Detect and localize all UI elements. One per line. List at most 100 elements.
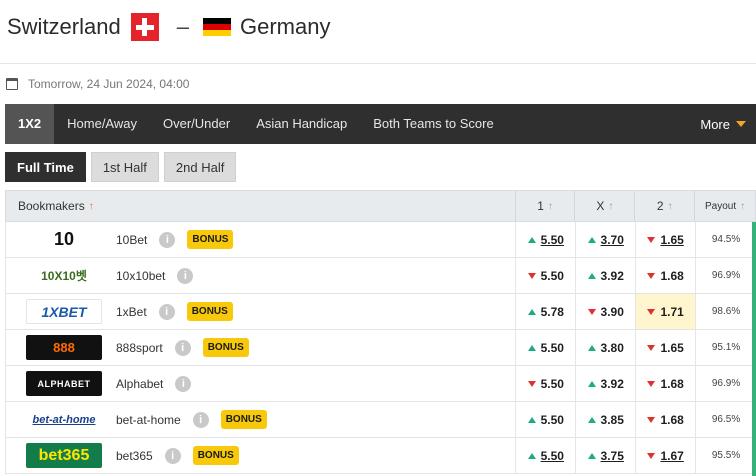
odd-cell[interactable]: 1.68 <box>635 366 695 401</box>
info-icon[interactable]: i <box>159 231 176 248</box>
odd-value[interactable]: 3.90 <box>587 305 624 319</box>
odd-value[interactable]: 1.71 <box>647 304 684 319</box>
odd-number: 1.71 <box>660 304 684 319</box>
odd-value[interactable]: 3.85 <box>587 413 624 427</box>
trend-up-icon <box>587 236 596 243</box>
tab-home-away[interactable]: Home/Away <box>54 104 150 144</box>
payout-cell: 96.9% <box>695 366 756 401</box>
header-home[interactable]: 1 ↑ <box>514 191 575 221</box>
info-icon[interactable]: i <box>158 303 175 320</box>
odd-value[interactable]: 1.68 <box>647 269 684 283</box>
bonus-badge[interactable]: BONUS <box>220 410 267 429</box>
odd-cell[interactable]: 3.92 <box>575 366 635 401</box>
bookmaker-name[interactable]: Alphabet <box>116 377 163 391</box>
odd-value[interactable]: 3.92 <box>587 269 624 283</box>
odd-value[interactable]: 5.50 <box>527 377 564 391</box>
odd-cell[interactable]: 3.90 <box>575 294 635 329</box>
odd-value[interactable]: 5.78 <box>527 305 564 319</box>
bookmaker-name[interactable]: bet365 <box>116 449 153 463</box>
info-icon[interactable]: i <box>192 411 209 428</box>
tab-1st-half[interactable]: 1st Half <box>90 152 159 182</box>
bonus-badge[interactable]: BONUS <box>202 338 249 357</box>
odd-value[interactable]: 3.70 <box>587 233 624 247</box>
bookmaker-logo[interactable]: 10 <box>26 227 102 252</box>
bookmaker-cell[interactable]: 1XBET 1xBet i BONUS <box>6 294 515 329</box>
odd-cell[interactable]: 1.68 <box>635 402 695 437</box>
bookmaker-cell[interactable]: bet-at-home bet-at-home i BONUS <box>6 402 515 437</box>
market-tabs: 1X2 Home/Away Over/Under Asian Handicap … <box>5 104 756 144</box>
bookmaker-cell[interactable]: 10 10Bet i BONUS <box>6 222 515 257</box>
odd-cell[interactable]: 1.67 <box>635 438 695 473</box>
bookmaker-logo[interactable]: ALPHABET <box>26 371 102 396</box>
bookmaker-cell[interactable]: 10X10벳 10x10bet i <box>6 258 515 293</box>
odd-cell[interactable]: 1.65 <box>635 222 695 257</box>
odd-cell[interactable]: 5.50 <box>515 222 575 257</box>
odd-value[interactable]: 1.67 <box>647 449 684 463</box>
odd-value[interactable]: 5.50 <box>527 449 564 463</box>
header-away[interactable]: 2 ↑ <box>634 191 694 221</box>
odd-value[interactable]: 3.80 <box>587 341 624 355</box>
bookmaker-name[interactable]: bet-at-home <box>116 413 181 427</box>
bookmaker-logo[interactable]: bet-at-home <box>26 407 102 432</box>
bookmaker-name[interactable]: 10x10bet <box>116 269 165 283</box>
odd-cell[interactable]: 5.50 <box>515 366 575 401</box>
odd-value[interactable]: 5.50 <box>527 341 564 355</box>
bonus-badge[interactable]: BONUS <box>187 230 234 249</box>
odd-cell[interactable]: 5.50 <box>515 438 575 473</box>
tab-both-teams-to-score[interactable]: Both Teams to Score <box>360 104 506 144</box>
odd-cell[interactable]: 1.71 <box>635 294 696 329</box>
info-icon[interactable]: i <box>174 339 191 356</box>
odd-value[interactable]: 5.50 <box>527 269 564 283</box>
odd-cell[interactable]: 5.78 <box>515 294 575 329</box>
odd-value[interactable]: 1.68 <box>647 413 684 427</box>
odd-cell[interactable]: 3.92 <box>575 258 635 293</box>
bookmaker-cell[interactable]: ALPHABET Alphabet i <box>6 366 515 401</box>
odd-value[interactable]: 3.92 <box>587 377 624 391</box>
odd-cell[interactable]: 1.65 <box>635 330 695 365</box>
bonus-badge[interactable]: BONUS <box>192 446 239 465</box>
odd-cell[interactable]: 1.68 <box>635 258 695 293</box>
payout-cell: 95.5% <box>695 438 756 473</box>
odd-value[interactable]: 1.68 <box>647 377 684 391</box>
period-tabs: Full Time 1st Half 2nd Half <box>5 152 237 182</box>
odd-cell[interactable]: 5.50 <box>515 330 575 365</box>
odd-cell[interactable]: 3.70 <box>575 222 635 257</box>
info-icon[interactable]: i <box>177 267 194 284</box>
table-row: 10 10Bet i BONUS 5.50 3.70 1.65 94.5% <box>5 222 756 258</box>
trend-up-icon <box>587 380 596 387</box>
tab-2nd-half[interactable]: 2nd Half <box>163 152 237 182</box>
odd-cell[interactable]: 5.50 <box>515 402 575 437</box>
header-payout-label: Payout <box>705 200 737 212</box>
info-icon[interactable]: i <box>164 447 181 464</box>
header-bookmakers[interactable]: Bookmakers ↑ <box>6 191 515 221</box>
odd-value[interactable]: 3.75 <box>587 449 624 463</box>
odd-value[interactable]: 1.65 <box>647 233 684 247</box>
header-payout[interactable]: Payout ↑ <box>694 191 755 221</box>
odd-value[interactable]: 1.65 <box>647 341 684 355</box>
odd-cell[interactable]: 5.50 <box>515 258 575 293</box>
bookmaker-name[interactable]: 1xBet <box>116 305 147 319</box>
odd-cell[interactable]: 3.80 <box>575 330 635 365</box>
odd-value[interactable]: 5.50 <box>527 233 564 247</box>
header-draw[interactable]: X ↑ <box>574 191 634 221</box>
bookmaker-name[interactable]: 888sport <box>116 341 163 355</box>
tab-over-under[interactable]: Over/Under <box>150 104 243 144</box>
calendar-icon <box>6 78 18 90</box>
info-icon[interactable]: i <box>175 375 192 392</box>
odd-value[interactable]: 5.50 <box>527 413 564 427</box>
bookmaker-logo[interactable]: bet365 <box>26 443 102 468</box>
tab-1x2[interactable]: 1X2 <box>5 104 55 144</box>
tab-asian-handicap[interactable]: Asian Handicap <box>243 104 360 144</box>
bookmaker-cell[interactable]: 888 888sport i BONUS <box>6 330 515 365</box>
bookmaker-logo[interactable]: 10X10벳 <box>26 263 102 288</box>
bookmaker-logo[interactable]: 1XBET <box>26 299 102 324</box>
table-row: bet365 bet365 i BONUS 5.50 3.75 1.67 95.5% <box>5 438 756 474</box>
more-menu-button[interactable]: More <box>700 117 756 132</box>
odd-cell[interactable]: 3.75 <box>575 438 635 473</box>
bookmaker-name[interactable]: 10Bet <box>116 233 147 247</box>
odd-cell[interactable]: 3.85 <box>575 402 635 437</box>
bookmaker-logo[interactable]: 888 <box>26 335 102 360</box>
tab-full-time[interactable]: Full Time <box>5 152 86 182</box>
bonus-badge[interactable]: BONUS <box>186 302 233 321</box>
bookmaker-cell[interactable]: bet365 bet365 i BONUS <box>6 438 515 473</box>
